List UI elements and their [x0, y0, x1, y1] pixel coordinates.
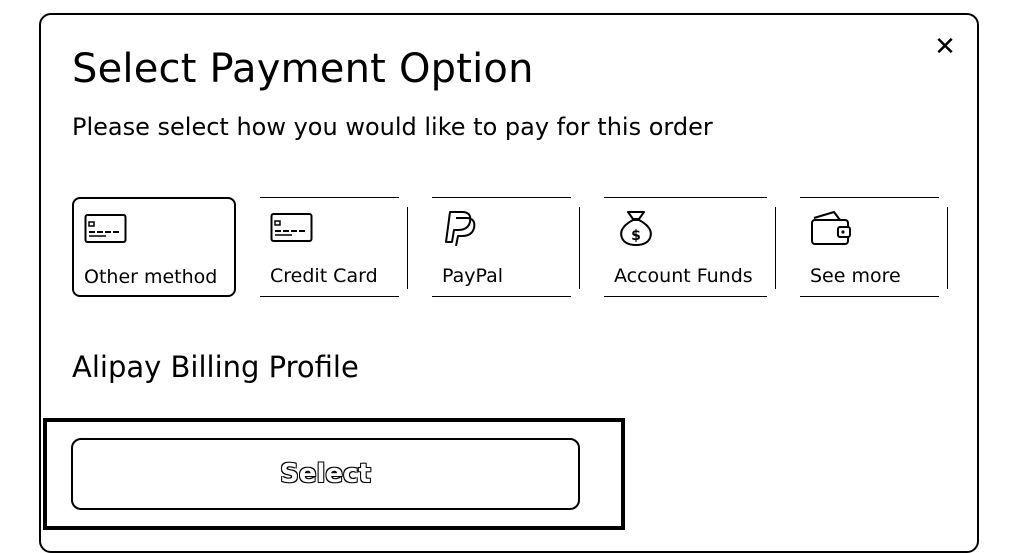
option-label: Account Funds: [614, 265, 753, 287]
svg-text:$: $: [631, 228, 641, 244]
credit-card-icon: [84, 214, 127, 243]
money-bag-icon: $: [620, 211, 652, 246]
payment-option-account-funds[interactable]: $ Account Funds: [604, 197, 767, 297]
payment-option-paypal[interactable]: PayPal: [432, 197, 571, 297]
option-divider: [407, 207, 408, 289]
paypal-icon: [445, 211, 476, 246]
payment-option-other-method[interactable]: Other method: [72, 197, 236, 297]
dialog-title: Select Payment Option: [72, 46, 534, 92]
wallet-icon: [811, 211, 851, 245]
option-label: PayPal: [442, 265, 504, 287]
close-icon[interactable]: ✕: [932, 34, 958, 60]
dialog-subtitle: Please select how you would like to pay …: [72, 113, 713, 141]
credit-card-icon: [270, 213, 313, 242]
option-label: Other method: [84, 266, 218, 288]
select-button[interactable]: Select: [71, 438, 580, 510]
option-divider: [947, 207, 948, 289]
option-label: Credit Card: [270, 265, 378, 287]
billing-profile-heading: Alipay Billing Profile: [72, 350, 359, 384]
option-divider: [775, 207, 776, 289]
option-divider: [579, 207, 580, 289]
payment-option-credit-card[interactable]: Credit Card: [260, 197, 399, 297]
option-label: See more: [810, 265, 901, 287]
payment-option-see-more[interactable]: See more: [800, 197, 939, 297]
